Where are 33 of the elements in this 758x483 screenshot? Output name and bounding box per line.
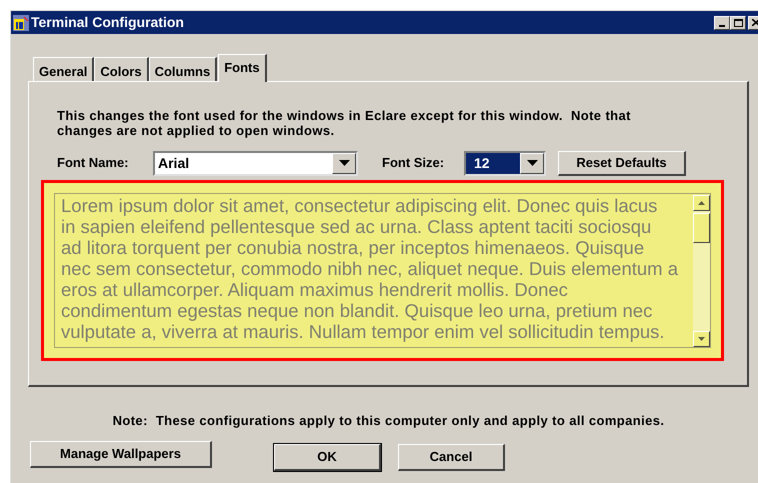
minimize-button[interactable] [714,16,730,30]
preview-text-line: condimentum egestas neque non blandit. Quisque leo urna, pretium nec [61,300,654,321]
app-icon [13,14,29,30]
font-size-dropdown[interactable]: 12 [464,150,546,176]
preview-text-line: Lorem ipsum dolor sit amet, consectetur adipiscing elit. Donec quis lacus [61,195,658,216]
window-title: Terminal Configuration [31,13,184,32]
tab[interactable]: Columns [148,57,218,81]
preview-text-line: ad litora torquent per conubia nostra, per inceptos himenaeos. Quisque [61,237,646,258]
maximize-button[interactable] [730,16,746,30]
font-name-dropdown[interactable]: Arial [153,150,358,176]
close-icon [752,19,758,26]
dialog-button[interactable]: Cancel [398,444,505,470]
dialog-button[interactable]: OK [274,444,381,470]
tab[interactable]: Fonts [218,54,267,82]
scroll-up-icon [698,201,705,205]
font-name-label: Font Name: [57,154,130,172]
description-text: changes are not applied to open windows. [57,123,336,138]
font-size-label: Font Size: [382,154,446,172]
scroll-down-icon [698,337,705,341]
preview-text-line: nec sem consectetur, commodo nibh nec, aliquet neque. Duis elementum a [61,258,680,279]
note-text: Note: These configurations apply to this computer only and apply to all companies. [112,412,664,430]
preview-text-line: in sapien eleifend pellentesque sed ac urna. Class aptent taciti sociosqu [61,216,652,237]
caret-icon [338,160,350,166]
description-text: This changes the font used for the windows in Eclare except for this window. Note that [57,108,632,123]
caret-icon [526,160,538,166]
tab[interactable]: Colors [94,57,149,81]
preview-text-line: vulputate a, viverra at mauris. Nullam tempor enim vel sollicitudin tempus. [61,321,666,342]
scrollbar-thumb[interactable] [693,213,710,243]
scrollbar[interactable] [693,195,710,347]
preview-text-line: eros at ullamcorper. Aliquam maximus hendrerit mollis. Donec [61,279,569,300]
reset-defaults-button[interactable]: Reset Defaults [558,150,686,176]
tab[interactable]: General [33,57,94,81]
dialog-button[interactable]: Manage Wallpapers [30,440,212,468]
